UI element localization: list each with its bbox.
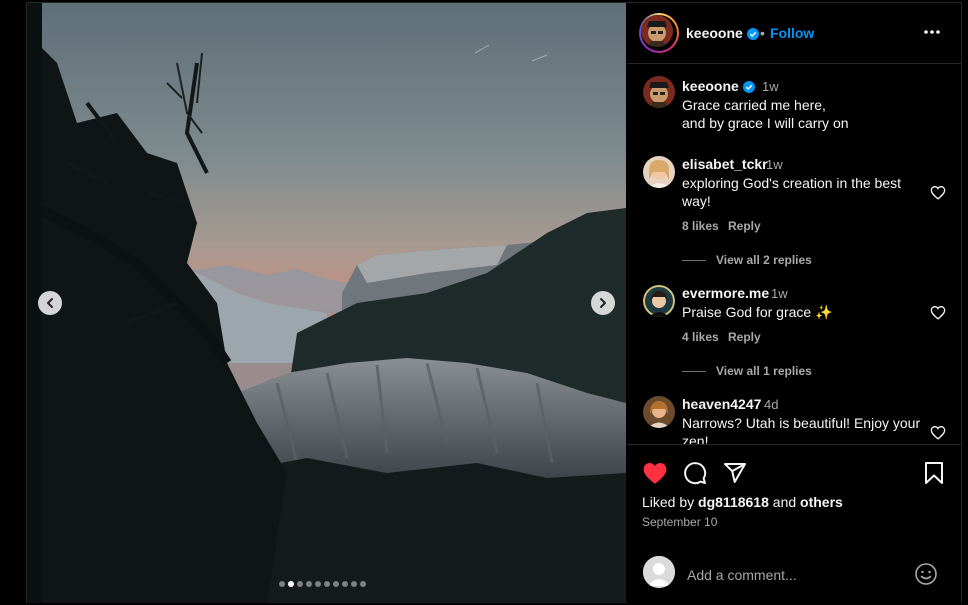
verified-icon — [742, 81, 755, 94]
comment-text-line-1: Praise God for grace ✨ — [682, 304, 833, 320]
carousel-dot — [288, 581, 294, 587]
canyon-landscape-photo — [27, 3, 626, 603]
avatar[interactable] — [643, 76, 675, 108]
comments-list: keeoone 1w Grace carried me here, and by… — [627, 64, 961, 444]
author-avatar[interactable] — [641, 15, 673, 47]
separator-dot: • — [760, 25, 765, 41]
view-replies-button[interactable]: View all 2 replies — [682, 253, 812, 267]
carousel-indicator — [279, 581, 366, 587]
comment-likes-count[interactable]: 4 likes — [682, 330, 719, 344]
chevron-left-icon — [47, 298, 53, 308]
like-comment-heart-icon[interactable] — [930, 305, 946, 320]
carousel-dot — [333, 581, 339, 587]
carousel-dot — [315, 581, 321, 587]
chevron-right-icon — [600, 298, 606, 308]
comment-text-line-1: Narrows? Utah is beautiful! Enjoy your — [682, 415, 921, 431]
caption-timestamp[interactable]: 1w — [762, 79, 779, 94]
carousel-dot — [360, 581, 366, 587]
comment-timestamp[interactable]: 4d — [764, 397, 778, 412]
carousel-dot — [297, 581, 303, 587]
liked-by-prefix: Liked by — [642, 494, 695, 510]
comment-username[interactable]: evermore.me — [682, 285, 769, 301]
carousel-dot — [279, 581, 285, 587]
like-comment-heart-icon[interactable] — [930, 185, 946, 200]
post-details-panel: keeoone • Follow keeoone 1w Grace carrie… — [627, 3, 961, 603]
view-replies-button[interactable]: View all 1 replies — [682, 364, 812, 378]
caption-line-1: Grace carried me here, — [682, 97, 826, 113]
caption-line-2: and by grace I will carry on — [682, 115, 849, 131]
avatar[interactable] — [643, 396, 675, 428]
author-avatar-ring[interactable] — [639, 13, 679, 53]
comment-likes-count[interactable]: 8 likes — [682, 219, 719, 233]
comment-username[interactable]: heaven4247 — [682, 396, 761, 412]
follow-button[interactable]: Follow — [770, 25, 814, 41]
like-heart-icon[interactable] — [642, 461, 668, 485]
verified-icon — [746, 28, 759, 41]
emoji-icon[interactable] — [914, 562, 938, 586]
comment-icon[interactable] — [683, 461, 707, 485]
carousel-dot — [324, 581, 330, 587]
carousel-dot — [306, 581, 312, 587]
caption-username[interactable]: keeoone — [682, 78, 755, 94]
comment-timestamp[interactable]: 1w — [766, 157, 783, 172]
liked-by-others[interactable]: others — [800, 494, 843, 510]
carousel-dot — [342, 581, 348, 587]
comment-text-line-2: zen! — [682, 433, 709, 444]
post-date[interactable]: September 10 — [642, 515, 717, 529]
post-header: keeoone • Follow — [627, 3, 961, 64]
comment-text-line-1: exploring God's creation in the best — [682, 175, 902, 191]
carousel-dot — [351, 581, 357, 587]
reply-button[interactable]: Reply — [728, 219, 761, 233]
comment-timestamp[interactable]: 1w — [771, 286, 788, 301]
share-icon[interactable] — [723, 461, 747, 485]
liked-by-user[interactable]: dg8118618 — [698, 494, 769, 510]
liked-by-text: Liked by dg8118618 and others — [642, 494, 843, 510]
post-actions-section: Liked by dg8118618 and others September … — [627, 444, 961, 604]
more-options-icon[interactable] — [923, 29, 941, 35]
comment-text-line-2: way! — [682, 193, 711, 209]
avatar[interactable] — [643, 156, 675, 188]
author-username[interactable]: keeoone — [686, 25, 759, 41]
avatar[interactable] — [643, 285, 675, 317]
add-comment-input[interactable] — [687, 565, 887, 585]
liked-by-conj: and — [772, 494, 797, 510]
previous-image-button[interactable] — [38, 291, 62, 315]
like-comment-heart-icon[interactable] — [930, 425, 946, 440]
comment-username[interactable]: elisabet_tckr — [682, 156, 768, 172]
next-image-button[interactable] — [591, 291, 615, 315]
reply-button[interactable]: Reply — [728, 330, 761, 344]
current-user-avatar — [643, 556, 675, 588]
add-comment-bar — [627, 550, 961, 600]
post-image[interactable] — [27, 3, 626, 603]
bookmark-icon[interactable] — [924, 461, 944, 485]
